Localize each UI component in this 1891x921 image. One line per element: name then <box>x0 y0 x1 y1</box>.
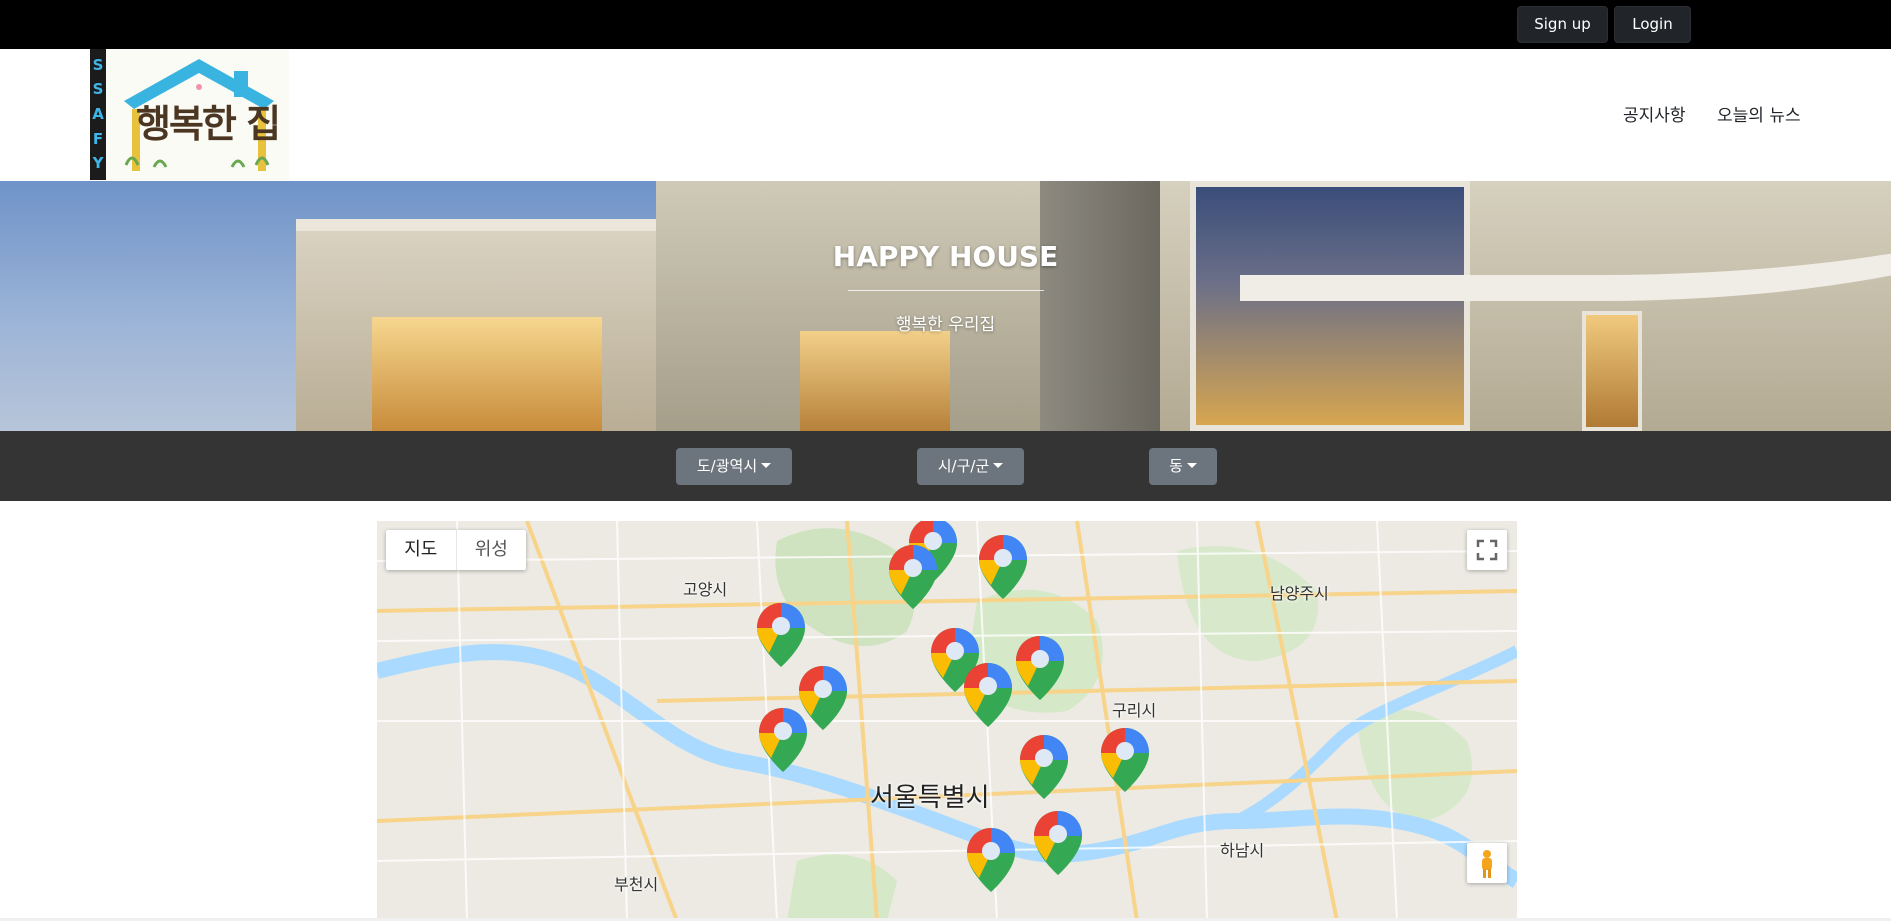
google-map[interactable]: 서울특별시 고양시 구리시 남양주시 하남시 부천시 지도 위성 <box>377 521 1517 921</box>
fullscreen-button[interactable] <box>1467 530 1507 570</box>
site-logo[interactable]: S S A F Y 행복한 집 <box>90 49 289 180</box>
map-label-guri: 구리시 <box>1112 701 1157 720</box>
map-label-hanam: 하남시 <box>1220 841 1265 860</box>
hero-divider <box>848 290 1044 291</box>
logo-letter: Y <box>92 154 104 173</box>
map-marker-icon[interactable] <box>1032 809 1084 877</box>
province-dropdown[interactable]: 도/광역시 <box>676 448 792 485</box>
map-marker-icon[interactable] <box>962 661 1014 729</box>
map-marker-icon[interactable] <box>887 543 939 611</box>
map-marker-icon[interactable] <box>1099 726 1151 794</box>
province-dropdown-label: 도/광역시 <box>696 457 758 475</box>
map-marker-icon[interactable] <box>1018 733 1070 801</box>
site-header: S S A F Y 행복한 집 공지사항 오늘의 뉴스 <box>0 49 1891 181</box>
caret-down-icon <box>1186 463 1197 468</box>
map-type-satellite-button[interactable]: 위성 <box>455 530 527 570</box>
city-dropdown[interactable]: 시/구/군 <box>917 448 1024 485</box>
top-bar: Sign up Login <box>0 0 1891 49</box>
street-view-button[interactable] <box>1467 843 1507 883</box>
dong-dropdown-label: 동 <box>1169 457 1183 475</box>
fullscreen-icon <box>1476 539 1498 561</box>
logo-letter: S <box>92 55 104 74</box>
map-marker-icon[interactable] <box>977 533 1029 601</box>
hero-subtitle: 행복한 우리집 <box>895 315 996 335</box>
logo-letter: A <box>92 104 104 123</box>
map-label-namyangju: 남양주시 <box>1270 584 1329 603</box>
map-marker-icon[interactable] <box>965 826 1017 894</box>
map-label-seoul: 서울특별시 <box>870 783 990 813</box>
hero-title: HAPPY HOUSE <box>832 240 1059 273</box>
caret-down-icon <box>761 463 772 468</box>
city-dropdown-label: 시/구/군 <box>937 457 990 475</box>
logo-text: 행복한 집 <box>136 101 281 146</box>
hero-house-window <box>800 331 950 431</box>
login-button[interactable]: Login <box>1614 6 1691 43</box>
signup-button[interactable]: Sign up <box>1517 6 1608 43</box>
map-marker-icon[interactable] <box>757 706 809 774</box>
nav-notice-link[interactable]: 공지사항 <box>1623 101 1686 126</box>
map-marker-icon[interactable] <box>755 601 807 669</box>
map-type-control: 지도 위성 <box>386 530 526 570</box>
nav-news-link[interactable]: 오늘의 뉴스 <box>1717 101 1801 126</box>
map-label-bucheon: 부천시 <box>614 875 659 894</box>
pegman-icon <box>1482 850 1492 878</box>
logo-letter: F <box>92 129 104 148</box>
hero-banner <box>0 181 1891 431</box>
logo-ssafy-strip: S S A F Y <box>90 49 106 180</box>
caret-down-icon <box>993 463 1004 468</box>
map-type-map-button[interactable]: 지도 <box>386 530 456 570</box>
map-marker-icon[interactable] <box>1014 634 1066 702</box>
logo-letter: S <box>92 80 104 99</box>
map-label-goyang: 고양시 <box>683 580 728 599</box>
region-filter-bar: 도/광역시 시/구/군 동 <box>0 431 1891 501</box>
hero-house-pillar <box>1040 181 1160 431</box>
dong-dropdown[interactable]: 동 <box>1149 448 1217 485</box>
